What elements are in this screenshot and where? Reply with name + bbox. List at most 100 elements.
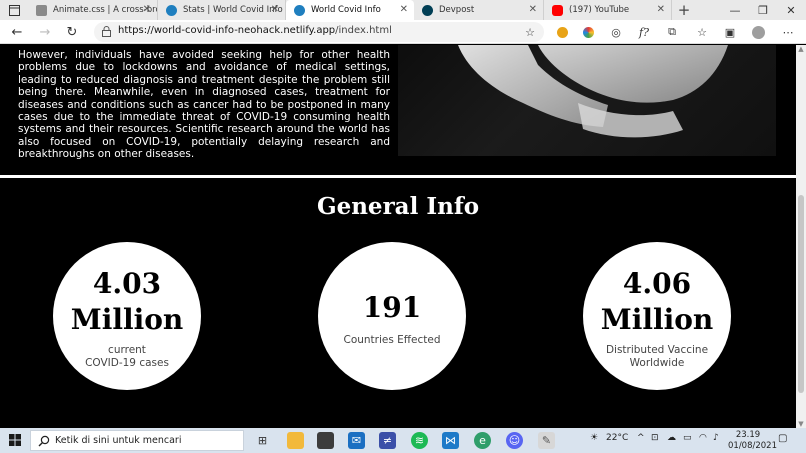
scroll-down-icon[interactable]: ▼ (796, 420, 806, 428)
tab-world-covid-info[interactable]: World Covid Info ✕ (286, 0, 414, 20)
forward-button[interactable]: → (36, 23, 54, 41)
store-icon[interactable] (317, 432, 334, 449)
article-paragraph: However, individuals have avoided seekin… (18, 49, 390, 161)
stat-distributed-vaccine: 4.06 Million Distributed Vaccine Worldwi… (583, 242, 731, 390)
refresh-icon: ↻ (66, 24, 78, 40)
close-icon[interactable]: ✕ (529, 4, 537, 15)
scroll-up-icon[interactable]: ▲ (796, 45, 806, 53)
extension-orange-icon (556, 26, 568, 38)
tab-stats[interactable]: Stats | World Covid Info ✕ (158, 0, 286, 20)
tray-cloud-icon[interactable]: ☁ (667, 433, 676, 443)
wifi-icon[interactable]: ◠ (699, 433, 707, 443)
youtube-favicon-icon (552, 4, 563, 16)
tab-animate[interactable]: Animate.css | A cross-bro ✕ (28, 0, 158, 20)
weather-icon[interactable]: ☀ (590, 433, 598, 443)
restore-button[interactable]: ❐ (748, 0, 778, 20)
devpost-favicon-icon (422, 4, 433, 16)
minimize-button[interactable]: — (720, 0, 750, 20)
stat-label-line2: COVID-19 cases (85, 356, 169, 369)
vscode-icon[interactable]: ⋈ (442, 432, 459, 449)
system-clock[interactable]: 23.19 01/08/2021 (728, 430, 777, 451)
stat-value-unit: Million (600, 303, 714, 336)
section-divider (0, 175, 796, 178)
page-scrollbar[interactable]: ▲ ▼ (796, 45, 806, 428)
stat-label: current (108, 344, 146, 356)
tab-actions-icon (8, 4, 20, 16)
refresh-button[interactable]: ↻ (63, 23, 81, 41)
forward-arrow-icon: → (39, 24, 51, 40)
discord-icon[interactable]: ☺ (506, 432, 523, 449)
spotify-icon[interactable]: ≋ (411, 432, 428, 449)
close-window-button[interactable]: ✕ (776, 0, 806, 20)
url-host: https://world-covid-info-neohack.netlify… (118, 25, 336, 36)
back-button[interactable]: ← (8, 23, 26, 41)
close-icon[interactable]: ✕ (657, 4, 665, 15)
minimize-icon: — (729, 3, 741, 17)
search-placeholder: Ketik di sini untuk mencari (55, 435, 182, 446)
favorite-star-button[interactable]: ☆ (522, 24, 538, 40)
general-info-title: General Info (316, 193, 480, 220)
close-icon: ✕ (786, 3, 796, 17)
taskbar-search-box[interactable]: Ketik di sini untuk mencari (30, 430, 244, 451)
lock-icon (102, 26, 111, 37)
volume-icon[interactable]: ♪ (713, 433, 719, 443)
puzzle-icon: ⧉ (668, 25, 676, 38)
task-view-icon: ⊞ (257, 434, 268, 447)
url-text: https://world-covid-info-neohack.netlify… (118, 25, 392, 36)
mail-icon[interactable]: ✉ (348, 432, 365, 449)
task-view-button[interactable]: ⊞ (254, 432, 271, 449)
collections-icon: ▣ (724, 25, 736, 39)
edge-browser-icon[interactable]: e (474, 432, 491, 449)
extension-button[interactable] (554, 24, 570, 40)
close-icon[interactable]: ✕ (143, 4, 151, 15)
clock-time: 23.19 (735, 430, 761, 440)
profile-button[interactable] (750, 24, 766, 40)
tab-devpost[interactable]: Devpost ✕ (414, 0, 544, 20)
avatar (751, 25, 765, 39)
windows-start-icon[interactable] (9, 434, 21, 446)
stat-label-line2: Worldwide (629, 356, 685, 369)
show-hidden-icons-icon[interactable]: ^ (637, 433, 645, 443)
search-icon (38, 435, 50, 447)
tab-label: Devpost (439, 5, 475, 15)
tray-app-icon[interactable]: ⊡ (651, 433, 659, 443)
favorites-icon: ☆ (697, 25, 707, 39)
tab-youtube[interactable]: (197) YouTube ✕ (544, 0, 672, 20)
formula-extension-button[interactable]: f? (636, 24, 652, 40)
collections-button[interactable]: ▣ (722, 24, 738, 40)
scrollbar-thumb[interactable] (798, 195, 804, 393)
favorites-button[interactable]: ☆ (694, 24, 710, 40)
tracking-button[interactable]: ◎ (608, 24, 624, 40)
extensions-button[interactable]: ⧉ (664, 24, 680, 40)
close-icon[interactable]: ✕ (400, 4, 408, 15)
tab-label: World Covid Info (311, 5, 381, 15)
close-icon[interactable]: ✕ (271, 4, 279, 15)
address-bar[interactable]: https://world-covid-info-neohack.netlify… (94, 22, 544, 42)
new-tab-button[interactable]: + (672, 1, 696, 19)
battery-icon[interactable]: ▭ (683, 433, 692, 443)
stat-current-cases: 4.03 Million current COVID-19 cases (53, 242, 201, 390)
gloved-hands-image (458, 45, 728, 138)
file-explorer-icon[interactable] (287, 432, 304, 449)
back-arrow-icon: ← (11, 24, 23, 40)
color-extension-button[interactable] (580, 24, 596, 40)
taskbar: Ketik di sini untuk mencari ⊞ ✉ ≠ ≋ ⋈ e … (0, 428, 806, 453)
stat-countries: 191 Countries Effected (318, 242, 466, 390)
clock-date: 01/08/2021 (728, 440, 777, 451)
settings-menu-button[interactable]: ⋯ (780, 24, 796, 40)
globe-favicon-icon (166, 4, 177, 16)
url-path: /index.html (335, 25, 392, 36)
more-icon: ⋯ (782, 25, 794, 39)
stats-app-icon[interactable]: ≠ (379, 432, 396, 449)
globe-favicon-icon (294, 4, 305, 16)
restore-icon: ❐ (758, 3, 768, 17)
weather-temperature[interactable]: 22°C (606, 433, 628, 443)
eye-icon: ◎ (611, 25, 621, 39)
animate-favicon-icon (36, 4, 47, 16)
notifications-icon[interactable]: ▢ (778, 433, 787, 444)
plus-icon: + (677, 1, 691, 19)
formula-icon: f? (639, 25, 649, 39)
tab-label: Animate.css | A cross-bro (53, 5, 157, 15)
tab-actions-button[interactable] (0, 0, 28, 20)
paint-icon[interactable]: ✎ (538, 432, 555, 449)
